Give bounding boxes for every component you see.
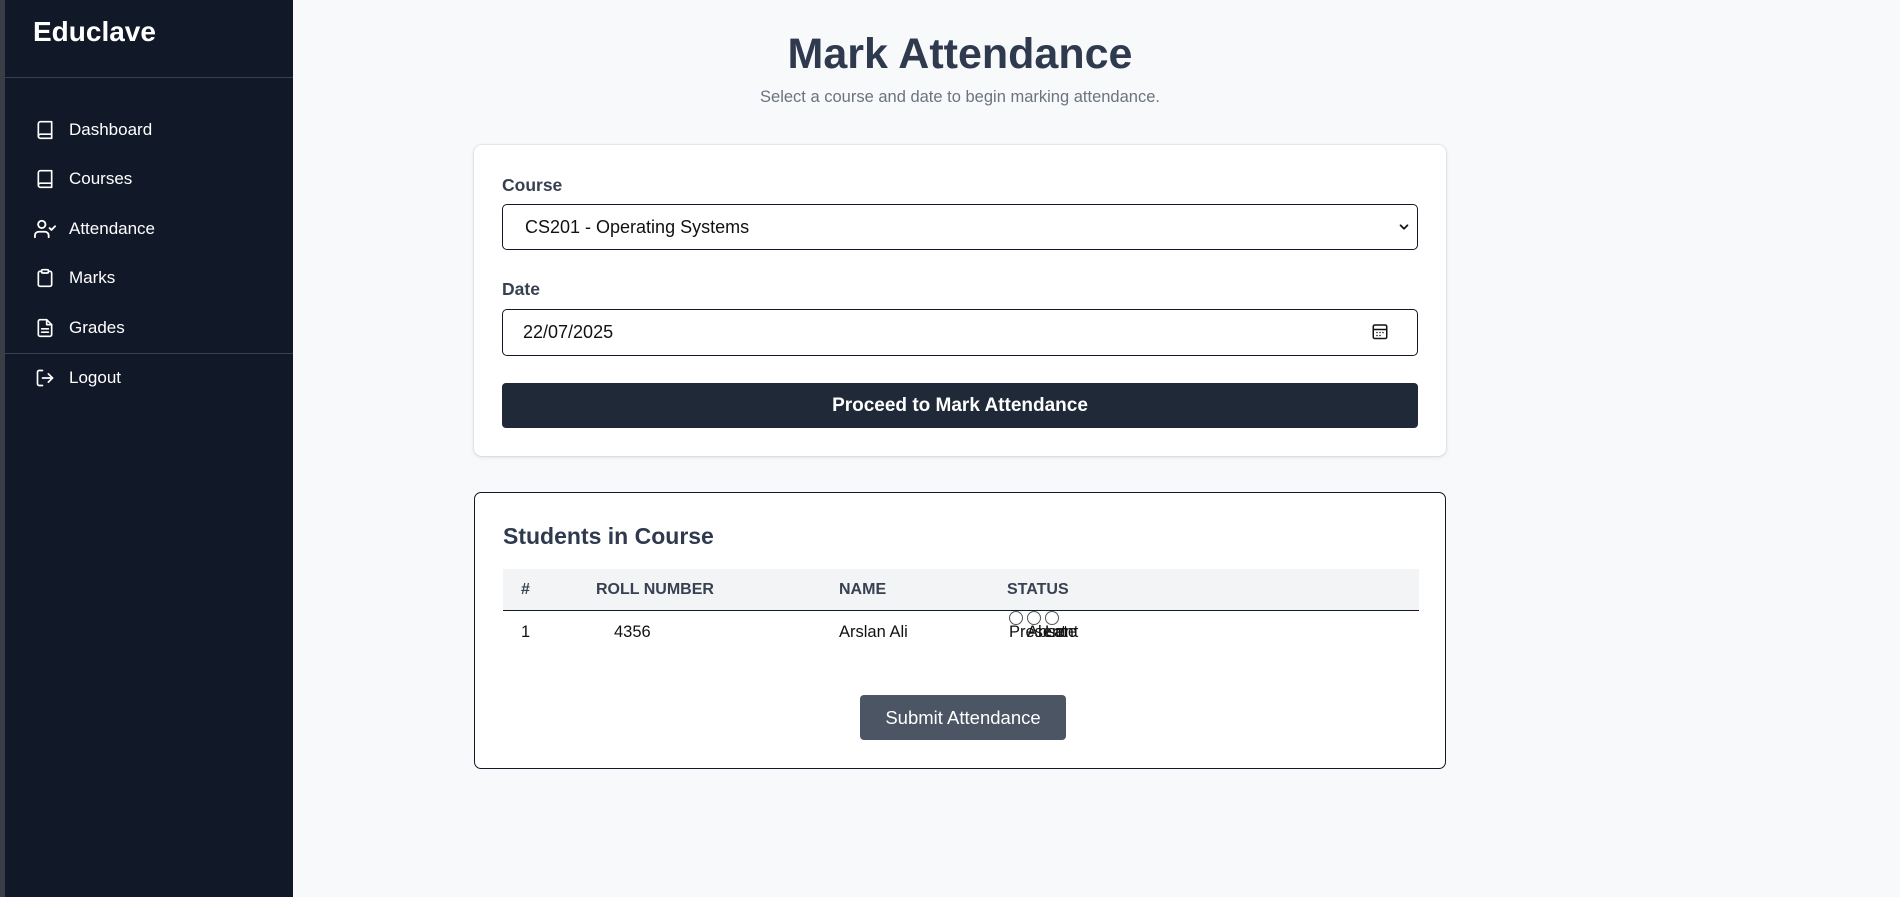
column-header-roll-number: ROLL NUMBER (596, 581, 714, 598)
table-row: 1 4356 Arslan Ali Present Absent Late (503, 611, 1419, 653)
clipboard-icon (33, 266, 57, 290)
sidebar-item-dashboard[interactable]: Dashboard (5, 105, 293, 155)
sidebar-item-attendance[interactable]: Attendance (5, 204, 293, 254)
row-roll-number: 4356 (614, 623, 651, 641)
calendar-icon[interactable] (1371, 322, 1389, 345)
row-index: 1 (521, 623, 531, 641)
sidebar-item-label: Grades (69, 317, 125, 337)
sidebar-item-label: Logout (69, 368, 121, 388)
page-title: Mark Attendance (787, 30, 1133, 78)
page-subtitle: Select a course and date to begin markin… (760, 88, 1160, 106)
students-table: # ROLL NUMBER NAME STATUS 1 4356 Arslan … (503, 569, 1419, 653)
book-icon (33, 167, 57, 191)
sidebar-item-courses[interactable]: Courses (5, 155, 293, 205)
row-name: Arslan Ali (839, 623, 908, 641)
table-header: # ROLL NUMBER NAME STATUS (503, 569, 1419, 611)
sidebar-item-logout[interactable]: Logout (5, 354, 293, 404)
course-select-value: CS201 - Operating Systems (525, 216, 750, 237)
students-section-title: Students in Course (503, 523, 714, 549)
radio-label: Late (1045, 623, 1078, 641)
sidebar-item-label: Attendance (69, 218, 156, 238)
sidebar-item-label: Courses (69, 169, 133, 189)
book-icon (33, 118, 57, 142)
sidebar: Educlave Dashboard Courses Attendance Ma… (5, 0, 293, 897)
submit-attendance-button[interactable]: Submit Attendance (860, 695, 1066, 740)
proceed-button[interactable]: Proceed to Mark Attendance (502, 383, 1418, 428)
logout-icon (33, 366, 57, 390)
sidebar-item-grades[interactable]: Grades (5, 303, 293, 353)
column-header-index: # (521, 581, 530, 598)
sidebar-item-marks[interactable]: Marks (5, 254, 293, 304)
brand-logo[interactable]: Educlave (5, 0, 293, 78)
column-header-status: STATUS (1007, 581, 1069, 598)
date-input-value: 22/07/2025 (523, 322, 614, 342)
students-card: Students in Course # ROLL NUMBER NAME ST… (474, 492, 1446, 769)
user-check-icon (33, 217, 57, 241)
sidebar-item-label: Marks (69, 268, 116, 288)
sidebar-item-label: Dashboard (69, 119, 153, 139)
chevron-down-icon (1397, 218, 1411, 239)
date-label: Date (502, 279, 540, 299)
document-icon (33, 316, 57, 340)
course-select[interactable]: CS201 - Operating Systems (502, 204, 1418, 250)
column-header-name: NAME (839, 581, 887, 598)
main-content: Mark Attendance Select a course and date… (293, 0, 1900, 897)
date-input[interactable]: 22/07/2025 (502, 309, 1418, 356)
selection-form-card: Course CS201 - Operating Systems Date 22… (474, 145, 1446, 456)
course-label: Course (502, 175, 563, 195)
sidebar-nav: Dashboard Courses Attendance Marks Grade… (5, 78, 293, 403)
status-radio-group: Present Absent Late (1009, 611, 1078, 653)
